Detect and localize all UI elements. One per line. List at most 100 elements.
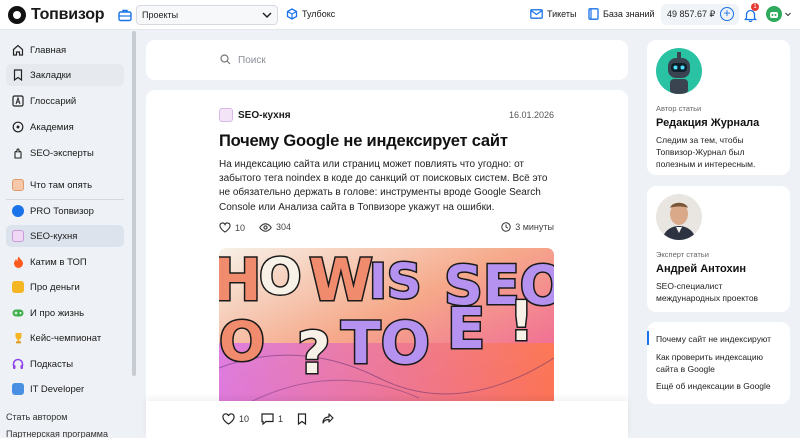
- article-title[interactable]: Почему Google не индексирует сайт: [219, 132, 508, 151]
- svg-text:!: !: [509, 290, 534, 353]
- heart-icon: [219, 222, 231, 233]
- like-button[interactable]: 10: [222, 413, 249, 425]
- svg-text:W: W: [309, 248, 373, 314]
- balance-value: 49 857.67 ₽: [667, 9, 716, 19]
- robot-avatar-icon: [656, 48, 702, 94]
- developer-icon: [12, 383, 24, 395]
- toc-item[interactable]: Ещё об индексации в Google: [656, 381, 784, 393]
- headphones-icon: [12, 358, 24, 370]
- author-card: Автор статьи Редакция Журнала Следим за …: [647, 40, 790, 175]
- bookmark-icon: [297, 413, 307, 425]
- sidebar-item-podcasts[interactable]: Подкасты: [6, 353, 124, 375]
- logo-text: Топвизор: [31, 6, 105, 23]
- sidebar-item-news[interactable]: Что там опять: [6, 174, 124, 196]
- mail-icon: [530, 9, 543, 19]
- pro-topvisor-icon: [12, 205, 24, 217]
- sidebar-scrollbar[interactable]: [132, 31, 136, 376]
- author-name[interactable]: Редакция Журнала: [656, 117, 759, 129]
- likes-count: 10: [235, 222, 246, 233]
- sidebar-item-label: Закладки: [30, 69, 72, 81]
- read-time: 3 минуты: [501, 222, 554, 232]
- projects-select-value: Проекты: [142, 10, 179, 20]
- article-views: 304: [259, 222, 291, 232]
- sidebar-item-seo-kitchen[interactable]: SEO-кухня: [6, 225, 124, 247]
- glossary-icon: [12, 95, 24, 107]
- article-lead: На индексацию сайта или страниц может по…: [219, 159, 548, 213]
- article-likes[interactable]: 10: [219, 222, 245, 233]
- projects-select[interactable]: Проекты: [136, 5, 278, 25]
- heart-icon: [222, 413, 235, 425]
- svg-text:O: O: [219, 310, 265, 373]
- sidebar-item-bookmarks[interactable]: Закладки: [6, 64, 124, 86]
- article-action-bar: 10 1: [146, 401, 628, 438]
- clock-icon: [501, 222, 511, 232]
- knowledge-base-label: База знаний: [603, 9, 655, 19]
- author-bio: Следим за тем, чтобы Топвизор-Журнал был…: [656, 135, 756, 169]
- sidebar-item-label: IT Developer: [30, 383, 85, 395]
- sidebar-item-money[interactable]: Про деньги: [6, 276, 124, 298]
- views-count: 304: [276, 222, 292, 232]
- bookmark-button[interactable]: [297, 413, 307, 425]
- svg-text:?: ?: [297, 319, 331, 387]
- trophy-icon: [12, 332, 24, 344]
- svg-text:TO: TO: [341, 309, 430, 377]
- sidebar-item-label: Катим в ТОП: [30, 256, 87, 268]
- article-card: SEO-кухня 16.01.2026 Почему Google не ин…: [146, 90, 628, 438]
- sidebar-item-label: SEO-эксперты: [30, 147, 94, 159]
- tickets-link[interactable]: Тикеты: [530, 9, 576, 19]
- sidebar-item-top[interactable]: Катим в ТОП: [6, 251, 124, 273]
- chevron-down-icon[interactable]: [785, 12, 791, 17]
- logo[interactable]: Топвизор: [8, 6, 105, 24]
- article-cover-image[interactable]: H O W IS SEO O ? TO E !: [219, 248, 554, 408]
- partner-program-link[interactable]: Партнерская программа: [6, 429, 108, 438]
- balance[interactable]: 49 857.67 ₽ +: [661, 4, 739, 25]
- tickets-label: Тикеты: [547, 9, 577, 19]
- article-category[interactable]: SEO-кухня: [219, 108, 291, 122]
- academy-icon: [12, 121, 24, 133]
- user-avatar[interactable]: [766, 6, 782, 22]
- sidebar-item-label: Академия: [30, 121, 74, 133]
- toolbox-link[interactable]: Тулбокс: [286, 8, 335, 20]
- expert-avatar[interactable]: [656, 194, 702, 240]
- news-icon: [12, 179, 24, 191]
- sidebar-item-academy[interactable]: Академия: [6, 116, 124, 138]
- share-button[interactable]: [322, 413, 334, 424]
- sidebar-item-life[interactable]: И про жизнь: [6, 302, 124, 324]
- notification-badge: 1: [751, 3, 759, 11]
- comments-button[interactable]: 1: [261, 413, 283, 425]
- chevron-down-icon: [262, 12, 272, 19]
- comment-count: 1: [278, 414, 284, 424]
- toc-item[interactable]: Как проверить индексацию сайта в Google: [656, 352, 784, 375]
- fire-icon: [12, 256, 24, 268]
- sidebar-item-pro-topvisor[interactable]: PRO Топвизор: [6, 200, 124, 222]
- money-icon: [12, 281, 24, 293]
- sidebar-item-label: Про деньги: [30, 281, 80, 293]
- sidebar-item-home[interactable]: Главная: [6, 39, 124, 61]
- svg-text:IS: IS: [369, 254, 421, 310]
- sidebar-item-label: Главная: [30, 44, 67, 56]
- sidebar: Главная Закладки Глоссарий Академия SEO-…: [0, 31, 138, 438]
- read-time-value: 3 минуты: [515, 222, 554, 232]
- bookmark-icon: [12, 69, 24, 81]
- search-input[interactable]: [238, 52, 538, 68]
- author-avatar[interactable]: [656, 48, 702, 94]
- sidebar-item-label: PRO Топвизор: [30, 205, 94, 217]
- expert-name[interactable]: Андрей Антохин: [656, 263, 746, 275]
- robot-avatar-icon: [770, 12, 778, 18]
- svg-text:H: H: [219, 248, 262, 314]
- book-icon: [588, 8, 599, 20]
- cover-illustration: H O W IS SEO O ? TO E !: [219, 248, 554, 408]
- toc-item[interactable]: Почему сайт не индексируют: [656, 334, 784, 346]
- article-category-label: SEO-кухня: [238, 109, 291, 121]
- knowledge-base-link[interactable]: База знаний: [588, 8, 655, 20]
- add-funds-icon[interactable]: +: [720, 7, 734, 21]
- sidebar-item-label: Подкасты: [30, 358, 74, 370]
- sidebar-item-case-championship[interactable]: Кейс-чемпионат: [6, 327, 124, 349]
- sidebar-item-it-developer[interactable]: IT Developer: [6, 378, 124, 400]
- sidebar-item-seo-experts[interactable]: SEO-эксперты: [6, 142, 124, 164]
- sidebar-item-glossary[interactable]: Глоссарий: [6, 90, 124, 112]
- article-date: 16.01.2026: [508, 110, 554, 120]
- become-author-link[interactable]: Стать автором: [6, 412, 67, 422]
- briefcase-icon: [118, 9, 132, 22]
- seo-kitchen-icon: [219, 108, 233, 122]
